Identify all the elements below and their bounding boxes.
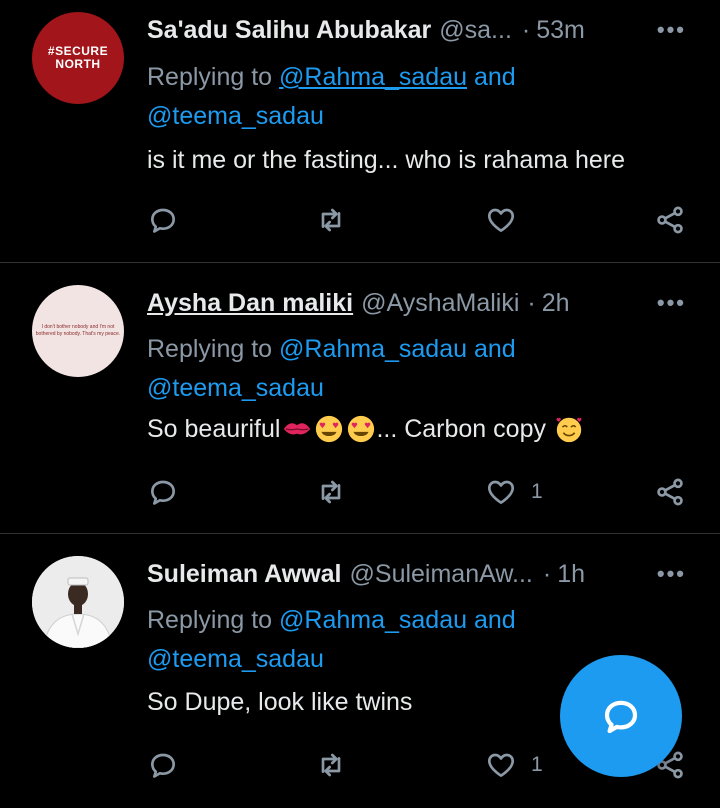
tweet-actions	[147, 198, 692, 242]
more-options-icon[interactable]: •••	[657, 12, 686, 48]
separator-dot: ·	[542, 559, 552, 588]
share-icon	[654, 204, 686, 236]
tweet-item[interactable]: I don't bother nobody and I'm not bother…	[0, 263, 720, 533]
smiling-face-with-hearts-emoji-icon	[556, 417, 582, 443]
more-options-icon[interactable]: •••	[657, 285, 686, 321]
timestamp[interactable]: 1h	[557, 560, 585, 589]
like-count: 1	[531, 753, 543, 776]
avatar-logo-text: #SECURE NORTH	[47, 44, 109, 71]
author-name[interactable]: Sa'adu Salihu Abubakar	[147, 16, 431, 45]
compose-reply-button[interactable]	[560, 655, 682, 777]
share-icon	[654, 476, 686, 508]
person-photo-icon	[32, 556, 124, 648]
retweet-button[interactable]	[315, 198, 347, 242]
heart-icon	[485, 204, 517, 236]
replying-and: and	[473, 335, 516, 363]
retweet-button[interactable]	[315, 470, 347, 514]
compose-reply-icon	[604, 700, 638, 734]
share-button[interactable]	[654, 470, 686, 514]
heart-eyes-emoji-icon	[348, 415, 375, 443]
tweet-header: Sa'adu Salihu Abubakar @sa... · 53m •••	[147, 12, 696, 48]
retweet-icon	[315, 476, 347, 508]
replying-to: Replying to @Rahma_sadau and @teema_sada…	[147, 58, 667, 136]
avatar[interactable]	[32, 556, 124, 648]
tweet-actions: 1	[147, 470, 692, 514]
author-handle[interactable]: @sa...	[439, 16, 512, 45]
retweet-icon	[315, 749, 347, 781]
reply-button[interactable]	[147, 743, 179, 787]
tweet-text: is it me or the fasting... who is rahama…	[147, 145, 625, 174]
more-options-icon[interactable]: •••	[657, 556, 686, 592]
replying-to-label: Replying to	[147, 606, 273, 634]
avatar[interactable]: #SECURE NORTH	[32, 12, 124, 104]
mention-link[interactable]: @Rahma_sadau	[279, 606, 467, 634]
like-button[interactable]: 1	[485, 743, 543, 787]
author-name[interactable]: Aysha Dan maliki	[147, 289, 353, 318]
like-count: 1	[531, 480, 543, 503]
separator-dot: ·	[521, 15, 531, 44]
separator-dot: ·	[527, 288, 536, 317]
timestamp[interactable]: 53m	[536, 16, 585, 45]
tweet-text: So beauriful ... Carbon copy	[147, 411, 584, 447]
tweet-text-part: So beauriful	[147, 414, 281, 443]
replying-to-label: Replying to	[147, 63, 273, 91]
heart-icon	[485, 749, 517, 781]
replying-and: and	[473, 63, 516, 91]
tweet-header: Suleiman Awwal @SuleimanAw... · 1h •••	[147, 556, 696, 592]
retweet-button[interactable]	[315, 743, 347, 787]
tweet-text-part: ... Carbon copy	[376, 414, 546, 443]
kiss-mark-emoji-icon	[284, 423, 311, 435]
like-button[interactable]	[485, 198, 517, 242]
reply-button[interactable]	[147, 198, 179, 242]
replying-and: and	[473, 606, 516, 634]
avatar-quote-text: I don't bother nobody and I'm not bother…	[35, 324, 121, 337]
timestamp[interactable]: 2h	[542, 289, 570, 318]
mention-link[interactable]: @teema_sadau	[147, 102, 324, 130]
mention-link[interactable]: @Rahma_sadau	[279, 335, 467, 363]
author-handle[interactable]: @AyshaMaliki	[361, 289, 519, 318]
heart-icon	[485, 476, 517, 508]
mention-link[interactable]: @teema_sadau	[147, 374, 324, 402]
tweet-item[interactable]: #SECURE NORTH Sa'adu Salihu Abubakar @sa…	[0, 0, 720, 262]
share-button[interactable]	[654, 198, 686, 242]
like-button[interactable]: 1	[485, 470, 543, 514]
replying-to: Replying to @Rahma_sadau and @teema_sada…	[147, 330, 667, 408]
tweet-header: Aysha Dan maliki @AyshaMaliki · 2h •••	[147, 285, 696, 321]
avatar[interactable]: I don't bother nobody and I'm not bother…	[32, 285, 124, 377]
retweet-icon	[315, 204, 347, 236]
author-handle[interactable]: @SuleimanAw...	[350, 560, 533, 589]
mention-link[interactable]: @teema_sadau	[147, 645, 324, 673]
author-name[interactable]: Suleiman Awwal	[147, 560, 342, 589]
reply-icon	[147, 204, 179, 236]
reply-button[interactable]	[147, 470, 179, 514]
replying-to-label: Replying to	[147, 335, 273, 363]
mention-link[interactable]: @Rahma_sadau	[279, 63, 467, 91]
heart-eyes-emoji-icon	[316, 415, 343, 443]
reply-icon	[147, 749, 179, 781]
reply-icon	[147, 476, 179, 508]
tweet-text: So Dupe, look like twins	[147, 687, 413, 716]
